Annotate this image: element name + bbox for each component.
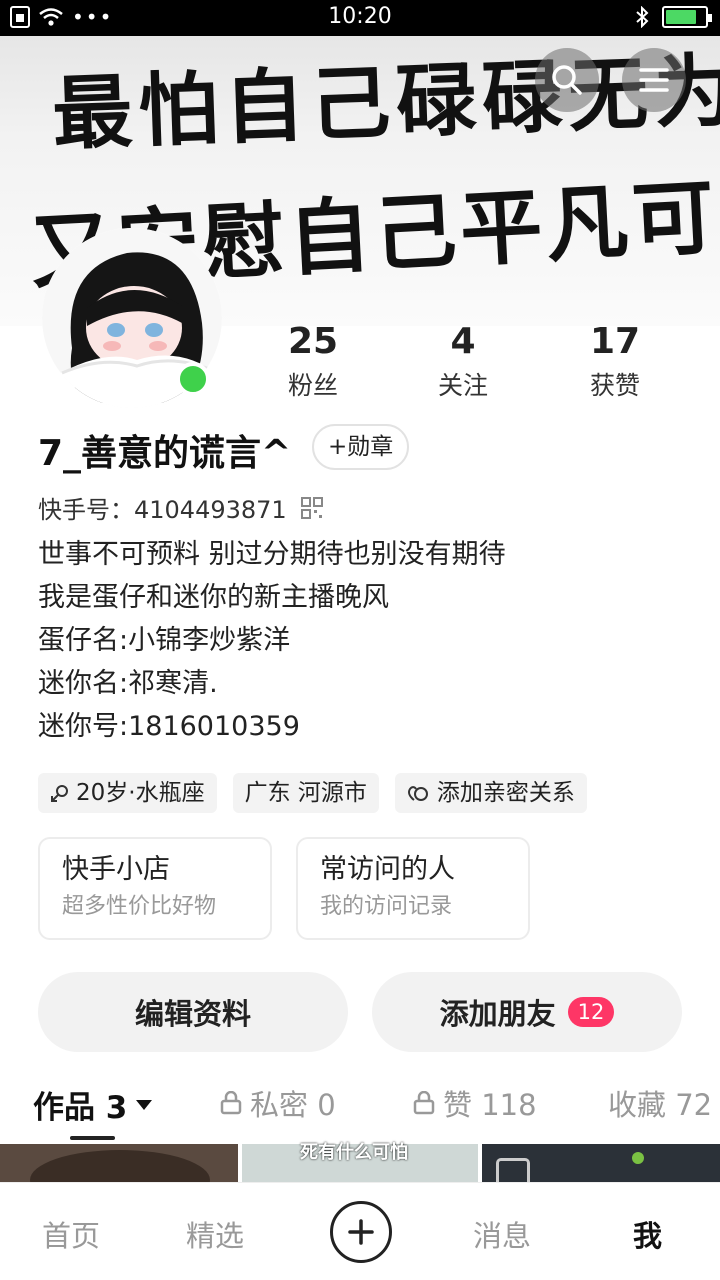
nav-home[interactable]: 首页 [42, 1213, 100, 1255]
friend-request-count-badge: 12 [567, 997, 615, 1027]
tab-label: 私密 0 [250, 1088, 336, 1122]
nav-featured[interactable]: 精选 [186, 1213, 244, 1255]
tab-private[interactable]: 私密 0 [220, 1082, 336, 1124]
stat-value: 17 [589, 321, 641, 362]
edit-profile-button[interactable]: 编辑资料 [38, 972, 348, 1052]
caret-down-icon [136, 1099, 153, 1110]
tab-label: 赞 118 [443, 1088, 537, 1122]
button-label: 编辑资料 [134, 997, 251, 1031]
tag-label: 广东 河源市 [244, 780, 367, 806]
profile-tags: 20岁·水瓶座 广东 河源市 添加亲密关系 [38, 773, 587, 813]
bio-line: 蛋仔名:小锦李炒紫洋 [38, 625, 291, 656]
status-bar: ••• 10:20 [0, 0, 720, 36]
battery-icon [662, 6, 712, 28]
kuaishou-id-row[interactable]: 快手号：4104493871 [38, 490, 323, 525]
button-label: 添加朋友 [439, 997, 556, 1031]
stat-following[interactable]: 4 关注 [393, 320, 533, 402]
stat-label: 关注 [437, 371, 488, 400]
tab-label: 收藏 72 [608, 1088, 713, 1122]
lock-icon [220, 1091, 242, 1115]
tag-label: 20岁·水瓶座 [76, 780, 205, 806]
kuaishou-shop-card[interactable]: 快手小店 超多性价比好物 [38, 837, 272, 940]
active-tab-indicator [70, 1136, 115, 1140]
stat-value: 25 [287, 321, 339, 362]
menu-icon [639, 68, 669, 92]
thumb-dot [632, 1152, 644, 1164]
tab-favorites[interactable]: 收藏 72 [608, 1082, 712, 1124]
nav-messages[interactable]: 消息 [473, 1213, 531, 1255]
plus-icon [348, 1219, 374, 1245]
thumb-shape [30, 1150, 210, 1184]
video-thumbnail[interactable] [0, 1144, 238, 1184]
add-friends-button[interactable]: 添加朋友 12 [372, 972, 682, 1052]
bio-line: 世事不可预料 别过分期待也别没有期待 [38, 539, 506, 570]
qr-code-icon[interactable] [300, 496, 323, 519]
online-status-dot [176, 362, 210, 396]
frequent-visitors-card[interactable]: 常访问的人 我的访问记录 [296, 837, 530, 940]
kuaishou-id: 快手号：4104493871 [38, 496, 287, 524]
tag-age-zodiac[interactable]: 20岁·水瓶座 [38, 773, 217, 813]
thumb-shape [496, 1158, 530, 1184]
stat-label: 获赞 [589, 371, 640, 400]
tab-liked[interactable]: 赞 118 [413, 1082, 537, 1124]
card-title: 快手小店 [62, 854, 170, 885]
video-thumbnail-caption: 死有什么可怕 [300, 1142, 408, 1163]
menu-button[interactable] [622, 48, 686, 112]
search-button[interactable] [535, 48, 599, 112]
tag-location[interactable]: 广东 河源市 [232, 773, 379, 813]
video-thumbnail[interactable] [482, 1144, 720, 1184]
bio-line: 迷你号:1816010359 [38, 711, 300, 742]
gender-male-icon [51, 785, 68, 802]
tab-works[interactable]: 作品 3 [33, 1082, 153, 1127]
create-post-button[interactable] [330, 1201, 392, 1263]
bluetooth-icon [636, 6, 649, 28]
nav-me[interactable]: 我 [633, 1213, 662, 1255]
bottom-navigation: 首页 精选 消息 我 [0, 1182, 720, 1280]
tag-add-relationship[interactable]: 添加亲密关系 [394, 773, 587, 813]
bio-line: 我是蛋仔和迷你的新主播晚风 [38, 582, 389, 613]
tab-label: 作品 3 [33, 1090, 128, 1126]
stat-label: 粉丝 [287, 371, 338, 400]
card-subtitle: 我的访问记录 [320, 894, 453, 919]
banner-text-line1: 最怕自己碌碌无为 [50, 43, 720, 161]
add-badge-button[interactable]: +勋章 [312, 424, 410, 470]
status-time: 10:20 [328, 4, 392, 29]
tag-label: 添加亲密关系 [436, 780, 575, 806]
lock-icon [413, 1091, 435, 1115]
card-title: 常访问的人 [320, 854, 455, 885]
stat-followers[interactable]: 25 粉丝 [243, 320, 383, 402]
profile-name: 7_善意的谎言^ [38, 433, 292, 474]
card-subtitle: 超多性价比好物 [62, 894, 217, 919]
profile-bio: 世事不可预料 别过分期待也别没有期待 我是蛋仔和迷你的新主播晚风 蛋仔名:小锦李… [38, 533, 506, 748]
bio-line: 迷你名:祁寒清. [38, 668, 218, 699]
stat-value: 4 [450, 321, 476, 362]
search-icon [552, 65, 582, 95]
linked-hearts-icon [407, 786, 428, 801]
stat-likes[interactable]: 17 获赞 [545, 320, 685, 402]
status-right [634, 6, 712, 28]
battery-fill [666, 10, 697, 24]
